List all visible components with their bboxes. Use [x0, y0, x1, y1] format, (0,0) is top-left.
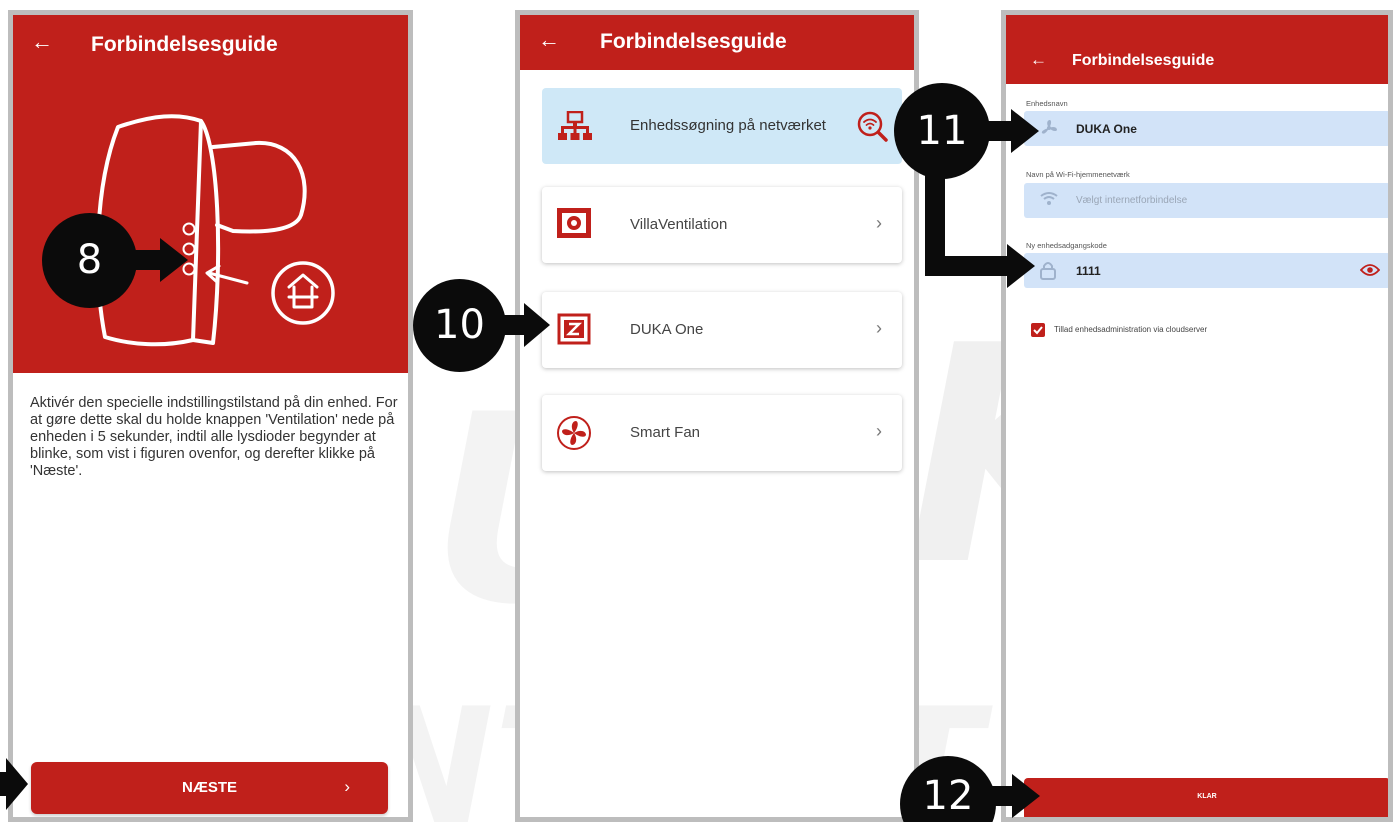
device-item-label: DUKA One [630, 321, 704, 338]
device-item-duka-one[interactable]: DUKA One › [542, 292, 902, 368]
chevron-right-icon: › [876, 318, 882, 338]
app-bar: ← Forbindelsesguide [1006, 15, 1388, 84]
callout-arrow-12 [990, 774, 1040, 818]
wifi-name-field[interactable]: Vælgt internetforbindelse [1024, 183, 1388, 218]
duka-one-icon [556, 312, 592, 351]
network-devices-icon [558, 110, 592, 146]
device-name-field[interactable]: DUKA One [1024, 111, 1388, 146]
page-title: Forbindelsesguide [91, 33, 278, 56]
fan-icon [1040, 119, 1058, 142]
screen-device-settings: ← Forbindelsesguide Enhedsnavn DUKA One … [1001, 10, 1393, 822]
lock-icon [1040, 261, 1056, 285]
ready-button[interactable]: KLAR [1024, 778, 1388, 817]
callout-arrow-11-password [925, 170, 1035, 288]
network-search-button[interactable]: Enhedssøgning på netværket [542, 88, 902, 164]
callout-arrow-edge [0, 758, 28, 810]
checkmark-icon [1033, 326, 1043, 335]
wifi-icon [1040, 191, 1058, 212]
page-title: Forbindelsesguide [1072, 52, 1215, 69]
cloud-admin-checkbox-label: Tillad enhedsadministration via cloudser… [1054, 325, 1208, 334]
chevron-right-icon: › [344, 777, 350, 796]
callout-arrow-11 [985, 109, 1039, 153]
device-item-smart-fan[interactable]: Smart Fan › [542, 395, 902, 471]
app-bar: ← Forbindelsesguide [13, 15, 408, 75]
back-arrow-icon[interactable]: ← [1030, 51, 1047, 68]
device-item-villaventilation[interactable]: VillaVentilation › [542, 187, 902, 263]
page-title: Forbindelsesguide [600, 30, 787, 53]
smart-fan-icon [556, 415, 592, 456]
step-10-badge: 10 [413, 279, 506, 372]
eye-icon[interactable] [1359, 263, 1381, 282]
wifi-name-placeholder: Vælgt internetforbindelse [1076, 195, 1188, 206]
next-button-label: NÆSTE [181, 779, 237, 796]
callout-arrow-10 [502, 303, 550, 347]
screen-device-select: ← Forbindelsesguide Enhedssøgning på net… [515, 10, 919, 822]
password-field[interactable]: 1111 [1024, 253, 1388, 288]
step-8-badge: 8 [42, 213, 137, 308]
device-name-value: DUKA One [1076, 122, 1137, 136]
instruction-text: Aktivér den specielle indstillingstilsta… [30, 395, 398, 479]
wifi-name-label: Navn på Wi-Fi-hjemmenetværk [1026, 170, 1130, 179]
device-item-label: VillaVentilation [630, 216, 728, 233]
villaventilation-icon [556, 207, 592, 244]
chevron-right-icon: › [876, 213, 882, 233]
step-11-badge: 11 [894, 83, 990, 179]
chevron-right-icon: › [876, 421, 882, 441]
device-item-label: Smart Fan [630, 424, 701, 441]
ready-button-label: KLAR [1197, 793, 1217, 800]
network-search-label: Enhedssøgning på netværket [630, 117, 826, 134]
back-arrow-icon[interactable]: ← [538, 29, 560, 51]
password-value: 1111 [1076, 264, 1101, 278]
screen-activate-mode: ← Forbindelsesguide Aktivér den speciell… [8, 10, 413, 822]
password-label: Ny enhedsadgangskode [1026, 241, 1107, 250]
app-bar: ← Forbindelsesguide [520, 15, 914, 70]
next-button[interactable]: NÆSTE › [31, 762, 388, 814]
cloud-admin-checkbox[interactable] [1031, 323, 1045, 337]
wifi-search-icon [856, 110, 888, 147]
back-arrow-icon[interactable]: ← [31, 31, 53, 53]
callout-arrow-8 [132, 238, 188, 282]
